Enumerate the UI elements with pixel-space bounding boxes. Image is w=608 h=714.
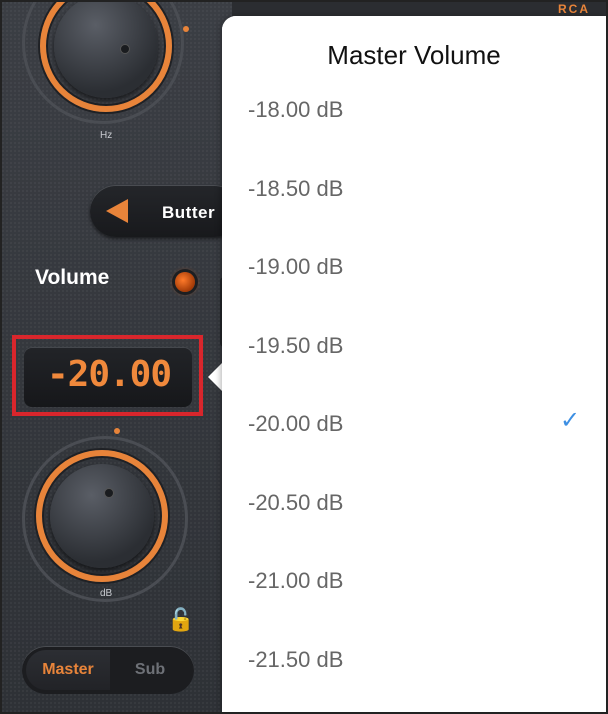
app-window: RCA Hz Butter Volume -20.00 dB 🔓 Master … xyxy=(0,0,608,714)
volume-label: Volume xyxy=(35,266,110,289)
unlock-icon[interactable]: 🔓 xyxy=(167,607,194,633)
volume-option[interactable]: -20.00 dB ✓ xyxy=(222,388,606,462)
value-highlight-box xyxy=(12,335,203,416)
volume-option-label: -18.00 dB xyxy=(248,97,344,122)
volume-option-label: -20.50 dB xyxy=(248,489,344,515)
popover-title: Master Volume xyxy=(327,40,501,70)
volume-option[interactable]: -19.50 dB xyxy=(222,310,606,384)
volume-option[interactable]: -18.50 dB xyxy=(222,153,606,227)
top-strip xyxy=(230,2,606,16)
volume-option-label: -20.00 dB xyxy=(248,411,344,436)
top-knob-marker-icon xyxy=(183,26,189,32)
volume-led-icon xyxy=(175,272,195,292)
volume-option[interactable]: -19.00 dB xyxy=(222,231,606,305)
popover-header: Master Volume xyxy=(222,16,606,96)
volume-option[interactable]: -21.50 dB xyxy=(222,624,606,698)
volume-option-label: -21.50 dB xyxy=(248,646,344,672)
bottom-knob-unit: dB xyxy=(100,588,113,599)
bottom-knob-indicator-icon xyxy=(104,488,114,498)
checkmark-icon: ✓ xyxy=(560,407,581,434)
volume-option-label: -19.00 dB xyxy=(248,254,344,279)
volume-option[interactable]: -21.00 dB xyxy=(222,545,606,619)
volume-option-label: -21.00 dB xyxy=(248,568,344,593)
previous-arrow-icon[interactable] xyxy=(106,199,128,223)
master-volume-popover: -18.00 dB -18.50 dB -19.00 dB -19.50 dB -20.… xyxy=(222,16,606,712)
top-knob-indicator-icon xyxy=(120,44,130,54)
control-panel: Hz Butter Volume -20.00 dB 🔓 Master Sub xyxy=(2,2,240,712)
volume-option-label: -19.50 dB xyxy=(248,332,344,358)
top-knob-unit: Hz xyxy=(100,130,113,141)
master-tab[interactable]: Master xyxy=(26,650,110,690)
volume-knob[interactable] xyxy=(50,464,154,568)
rca-label: RCA xyxy=(558,2,590,16)
filter-type-label: Butter xyxy=(162,203,216,222)
bottom-knob-marker-icon xyxy=(114,428,120,434)
sub-tab[interactable]: Sub xyxy=(110,650,190,690)
volume-option-label: -18.50 dB xyxy=(248,175,344,201)
volume-option[interactable]: -20.50 dB xyxy=(222,467,606,541)
